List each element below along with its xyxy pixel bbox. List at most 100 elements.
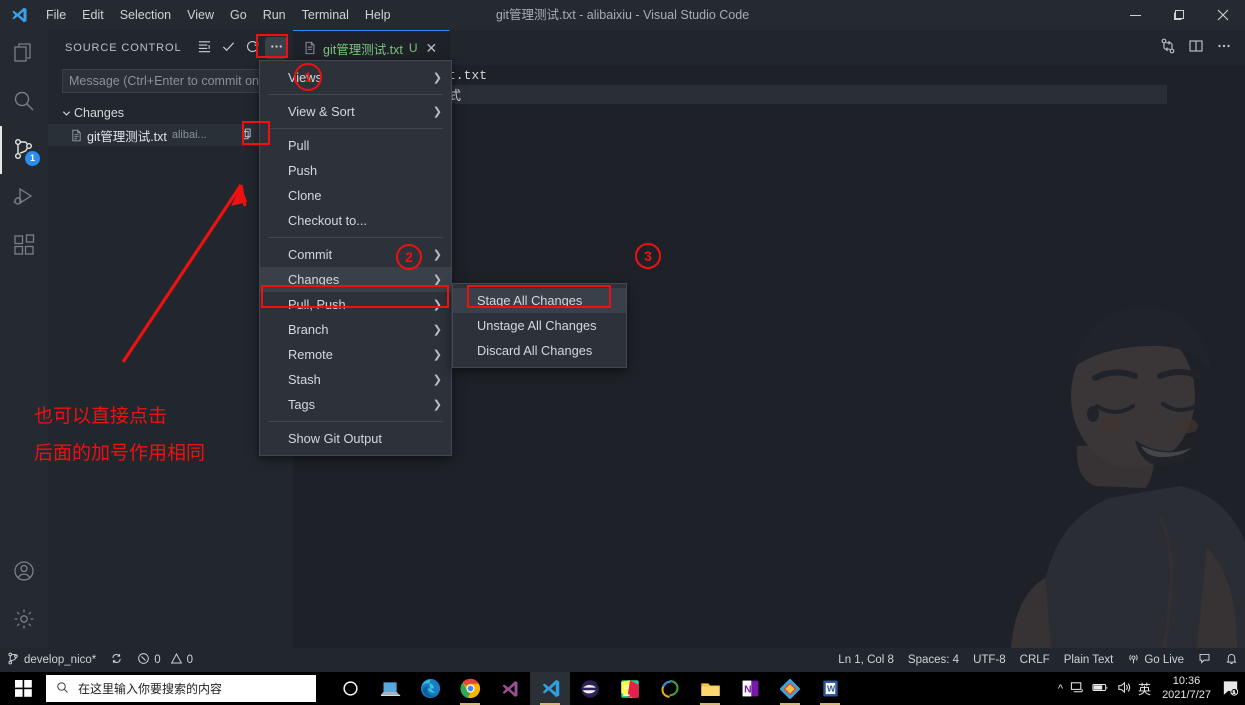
accounts-button[interactable] (0, 548, 48, 596)
menu-run[interactable]: Run (255, 0, 294, 30)
windows-taskbar: 在这里输入你要搜索的内容 IJ N W ^ 英 10:36 2021/7/27 … (0, 672, 1245, 705)
changed-file-row[interactable]: git管理测试.txt alibai... (48, 124, 293, 146)
sidebar-item-search[interactable] (0, 78, 48, 126)
status-eol[interactable]: CRLF (1013, 648, 1057, 672)
source-control-panel: SOURCE CONTROL Message (Ctrl+Enter to co… (48, 30, 293, 648)
status-problems[interactable]: 0 0 (130, 648, 200, 672)
menu-edit[interactable]: Edit (74, 0, 112, 30)
taskbar-app-webstorm[interactable] (650, 672, 690, 705)
menu-terminal[interactable]: Terminal (294, 0, 357, 30)
menu-item-view-and-sort[interactable]: View & Sort ❯ (260, 99, 451, 124)
menu-item-views[interactable]: Views ❯ (260, 65, 451, 90)
vscode-window: File Edit Selection View Go Run Terminal… (0, 0, 1245, 705)
start-button[interactable] (0, 672, 46, 705)
taskbar-app-eclipse[interactable] (570, 672, 610, 705)
menu-go[interactable]: Go (222, 0, 255, 30)
refresh-button[interactable] (241, 37, 263, 59)
changed-file-description: alibai... (171, 129, 207, 141)
volume-icon[interactable] (1116, 680, 1131, 698)
menu-item-push[interactable]: Push (260, 158, 451, 183)
editor-tab-status-badge: U (408, 41, 418, 55)
sync-icon (110, 652, 123, 668)
taskbar-app-sketch-app[interactable] (770, 672, 810, 705)
close-button[interactable] (1201, 0, 1245, 30)
status-feedback[interactable] (1191, 648, 1218, 672)
changes-submenu[interactable]: Stage All Changes Unstage All Changes Di… (452, 283, 627, 368)
menu-item-label: Changes (288, 272, 340, 287)
menu-item-label: Stash (288, 372, 321, 387)
settings-button[interactable] (0, 596, 48, 644)
git-context-menu[interactable]: Views ❯ View & Sort ❯ Pull Push Clone Ch… (259, 60, 452, 456)
more-actions-button[interactable] (265, 36, 287, 59)
menu-item-clone[interactable]: Clone (260, 183, 451, 208)
menu-help[interactable]: Help (357, 0, 399, 30)
menu-bar[interactable]: File Edit Selection View Go Run Terminal… (38, 0, 399, 30)
taskbar-app-microsoft-edge[interactable] (410, 672, 450, 705)
source-control-badge: 1 (25, 151, 40, 166)
taskbar-app-visual-studio-code[interactable] (530, 672, 570, 705)
sidebar-item-extensions[interactable] (0, 222, 48, 270)
taskbar-app-file-explorer[interactable] (690, 672, 730, 705)
sidebar-item-source-control[interactable]: 1 (0, 126, 48, 174)
taskbar-app-visual-studio[interactable] (490, 672, 530, 705)
status-indentation[interactable]: Spaces: 4 (901, 648, 966, 672)
maximize-restore-button[interactable] (1157, 0, 1201, 30)
notification-icon[interactable]: 1 (1222, 679, 1239, 699)
menu-item-pull-push[interactable]: Pull, Push ❯ (260, 292, 451, 317)
status-language-mode[interactable]: Plain Text (1057, 648, 1121, 672)
submenu-item-stage-all-changes[interactable]: Stage All Changes (453, 288, 626, 313)
status-cursor-position[interactable]: Ln 1, Col 8 (831, 648, 901, 672)
status-go-live-label: Go Live (1144, 654, 1184, 666)
tray-expand-button[interactable]: ^ (1058, 683, 1063, 695)
close-icon[interactable]: ✕ (424, 41, 440, 55)
taskbar-app-pycharm[interactable]: IJ (610, 672, 650, 705)
sidebar-item-explorer[interactable] (0, 30, 48, 78)
ime-indicator[interactable]: 英 (1138, 679, 1151, 698)
clock-time: 10:36 (1172, 674, 1201, 687)
battery-icon[interactable] (1092, 681, 1109, 697)
taskbar-app-onenote[interactable]: N (730, 672, 770, 705)
menu-item-commit[interactable]: Commit ❯ (260, 242, 451, 267)
menu-selection[interactable]: Selection (112, 0, 179, 30)
source-control-compare-button[interactable] (1155, 35, 1181, 61)
status-encoding[interactable]: UTF-8 (966, 648, 1013, 672)
submenu-item-unstage-all-changes[interactable]: Unstage All Changes (453, 313, 626, 338)
window-controls[interactable] (1113, 0, 1245, 30)
taskbar-app-google-chrome[interactable] (450, 672, 490, 705)
menu-separator (268, 128, 443, 129)
status-sync[interactable] (103, 648, 130, 672)
menu-view[interactable]: View (179, 0, 222, 30)
taskbar-app-cortana[interactable] (330, 672, 370, 705)
split-editor-button[interactable] (1183, 35, 1209, 61)
taskbar-search-placeholder: 在这里输入你要搜索的内容 (78, 682, 223, 696)
menu-item-checkout-to[interactable]: Checkout to... (260, 208, 451, 233)
menu-item-branch[interactable]: Branch ❯ (260, 317, 451, 342)
more-editor-actions-button[interactable] (1211, 35, 1237, 61)
activity-bar: 1 (0, 30, 48, 648)
menu-item-changes[interactable]: Changes ❯ (260, 267, 451, 292)
status-branch[interactable]: develop_nico* (0, 648, 103, 672)
taskbar-app-task-view[interactable] (370, 672, 410, 705)
svg-text:1: 1 (1233, 689, 1236, 695)
commit-message-input[interactable]: Message (Ctrl+Enter to commit on (62, 69, 283, 93)
submenu-item-discard-all-changes[interactable]: Discard All Changes (453, 338, 626, 363)
menu-item-tags[interactable]: Tags ❯ (260, 392, 451, 417)
menu-item-remote[interactable]: Remote ❯ (260, 342, 451, 367)
menu-item-stash[interactable]: Stash ❯ (260, 367, 451, 392)
menu-item-pull[interactable]: Pull (260, 133, 451, 158)
menu-file[interactable]: File (38, 0, 74, 30)
taskbar-clock[interactable]: 10:36 2021/7/27 (1158, 675, 1215, 703)
view-as-tree-button[interactable] (193, 37, 215, 59)
taskbar-app-microsoft-word[interactable]: W (810, 672, 850, 705)
status-notifications[interactable] (1218, 648, 1245, 672)
sidebar-header: SOURCE CONTROL (48, 30, 293, 65)
commit-button[interactable] (217, 37, 239, 59)
open-file-icon[interactable] (242, 127, 255, 143)
taskbar-search-input[interactable]: 在这里输入你要搜索的内容 (46, 675, 316, 702)
menu-item-show-git-output[interactable]: Show Git Output (260, 426, 451, 451)
changes-group-header[interactable]: Changes (48, 102, 293, 124)
sidebar-item-run-debug[interactable] (0, 174, 48, 222)
minimize-button[interactable] (1113, 0, 1157, 30)
network-icon[interactable] (1070, 680, 1085, 698)
status-go-live[interactable]: Go Live (1120, 648, 1191, 672)
